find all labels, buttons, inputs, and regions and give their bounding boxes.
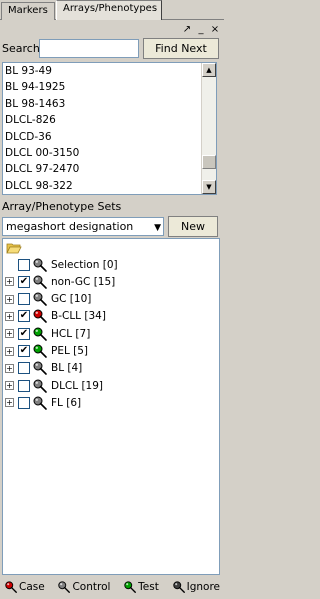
tab-arrays-phenotypes[interactable]: Arrays/Phenotypes	[56, 0, 162, 20]
minimize-icon[interactable]: _	[196, 24, 206, 36]
sets-title: Array/Phenotype Sets	[2, 200, 122, 213]
pushpin-icon	[33, 258, 47, 272]
tree-row[interactable]: + ✔ PEL [5]	[5, 343, 215, 360]
list-item[interactable]: DLCL-826	[3, 112, 216, 128]
tree-row-label: PEL [5]	[51, 345, 89, 357]
list-item[interactable]: BL 98-1463	[3, 96, 216, 112]
tree-row-label: HCL [7]	[51, 327, 91, 340]
set-checkbox[interactable]: ✔	[18, 345, 30, 357]
undock-icon[interactable]: ↗	[182, 24, 192, 36]
set-checkbox[interactable]: ✔	[18, 275, 30, 288]
expand-icon[interactable]: +	[5, 381, 14, 391]
tab-markers[interactable]: Markers	[1, 2, 55, 20]
tree-row-label: BL [4]	[51, 362, 83, 375]
list-item[interactable]: DLCL 00-3150	[3, 145, 216, 161]
tree-row[interactable]: + ✔ HCL [7]	[5, 325, 215, 342]
pushpin-icon	[33, 309, 47, 324]
pushpin-icon	[33, 327, 47, 341]
expand-icon[interactable]: +	[5, 311, 14, 321]
search-input[interactable]	[39, 39, 139, 58]
tree-row[interactable]: + BL [4]	[5, 360, 215, 377]
legend-label: Control	[72, 581, 111, 593]
scroll-up-icon[interactable]: ▲	[202, 63, 216, 77]
search-label: Search:	[2, 42, 44, 55]
legend-item: Case	[4, 580, 45, 594]
sets-tree[interactable]: Selection [0] + ✔ non-GC [15] + GC [10] + ✔ B…	[2, 238, 220, 575]
pushpin-icon	[33, 344, 47, 358]
expand-icon[interactable]: +	[5, 398, 14, 408]
list-item[interactable]: DLCD-36	[3, 129, 216, 145]
sets-row: megashort designation ▼ New	[2, 216, 220, 238]
pushpin-icon	[172, 581, 185, 593]
tree-row[interactable]: + ✔ B-CLL [34]	[5, 308, 215, 325]
tab-bar: Markers Arrays/Phenotypes	[0, 0, 224, 20]
find-next-button[interactable]: Find Next	[143, 38, 219, 59]
expand-icon[interactable]: +	[5, 363, 14, 373]
legend-item: Test	[123, 580, 159, 594]
set-checkbox[interactable]: ✔	[18, 310, 30, 323]
pushpin-icon	[33, 361, 47, 376]
pushpin-icon	[5, 581, 17, 593]
tree-row[interactable]: + ✔ non-GC [15]	[5, 273, 215, 290]
pushpin-icon	[33, 379, 47, 393]
list-item[interactable]: BL 93-49	[3, 63, 216, 79]
legend-item: Ignore	[172, 580, 220, 594]
new-set-button[interactable]: New	[168, 216, 218, 237]
pushpin-icon	[33, 275, 47, 289]
tree-row-label: B-CLL [34]	[51, 310, 106, 323]
pushpin-icon	[124, 581, 137, 593]
tree-row[interactable]: + FL [6]	[5, 394, 215, 411]
set-checkbox[interactable]	[18, 396, 30, 409]
expand-icon[interactable]: +	[5, 346, 14, 356]
set-checkbox[interactable]	[18, 379, 30, 392]
array-list[interactable]: BL 93-49 BL 94-1925 BL 98-1463 DLCL-826 DLCD…	[2, 62, 217, 195]
legend: Case Control Test Ignore	[2, 578, 222, 596]
expand-icon[interactable]: +	[5, 277, 14, 287]
tree-row[interactable]: + DLCL [19]	[5, 377, 215, 394]
scroll-down-icon[interactable]: ▼	[202, 180, 216, 194]
legend-label: Test	[138, 581, 159, 593]
tree-row-label: Selection [0]	[51, 258, 118, 271]
pushpin-icon	[58, 581, 71, 593]
chevron-down-icon[interactable]: ▼	[154, 220, 161, 237]
tree-row[interactable]: Selection [0]	[5, 256, 215, 273]
list-item[interactable]: DLCL 98-322	[3, 178, 216, 194]
set-checkbox[interactable]	[18, 258, 30, 271]
tree-row-label: GC [10]	[51, 293, 92, 306]
set-selector-value: megashort designation	[6, 220, 134, 233]
search-row: Search: Find Next	[2, 38, 220, 60]
set-selector[interactable]: megashort designation ▼	[2, 217, 164, 236]
expand-icon[interactable]: +	[5, 329, 14, 339]
legend-label: Case	[19, 581, 45, 593]
tree-row-label: non-GC [15]	[51, 275, 116, 288]
list-item[interactable]: BL 94-1925	[3, 79, 216, 95]
pushpin-icon	[33, 396, 47, 410]
set-checkbox[interactable]	[18, 293, 30, 306]
folder-open-icon[interactable]	[6, 242, 22, 254]
list-item[interactable]: DLCL 97-2470	[3, 161, 216, 177]
pushpin-icon	[33, 292, 47, 306]
expand-icon[interactable]: +	[5, 294, 14, 304]
tree-row-label: FL [6]	[51, 396, 82, 409]
legend-label: Ignore	[186, 581, 220, 593]
legend-item: Control	[57, 580, 110, 594]
window-buttons: ↗ _ ×	[182, 24, 220, 36]
set-checkbox[interactable]: ✔	[18, 327, 30, 340]
list-scrollbar[interactable]: ▲ ▼	[201, 63, 216, 194]
scroll-thumb[interactable]	[202, 155, 216, 169]
set-checkbox[interactable]	[18, 362, 30, 375]
tree-row-label: DLCL [19]	[51, 379, 104, 392]
close-icon[interactable]: ×	[210, 24, 220, 36]
tree-row[interactable]: + GC [10]	[5, 291, 215, 308]
